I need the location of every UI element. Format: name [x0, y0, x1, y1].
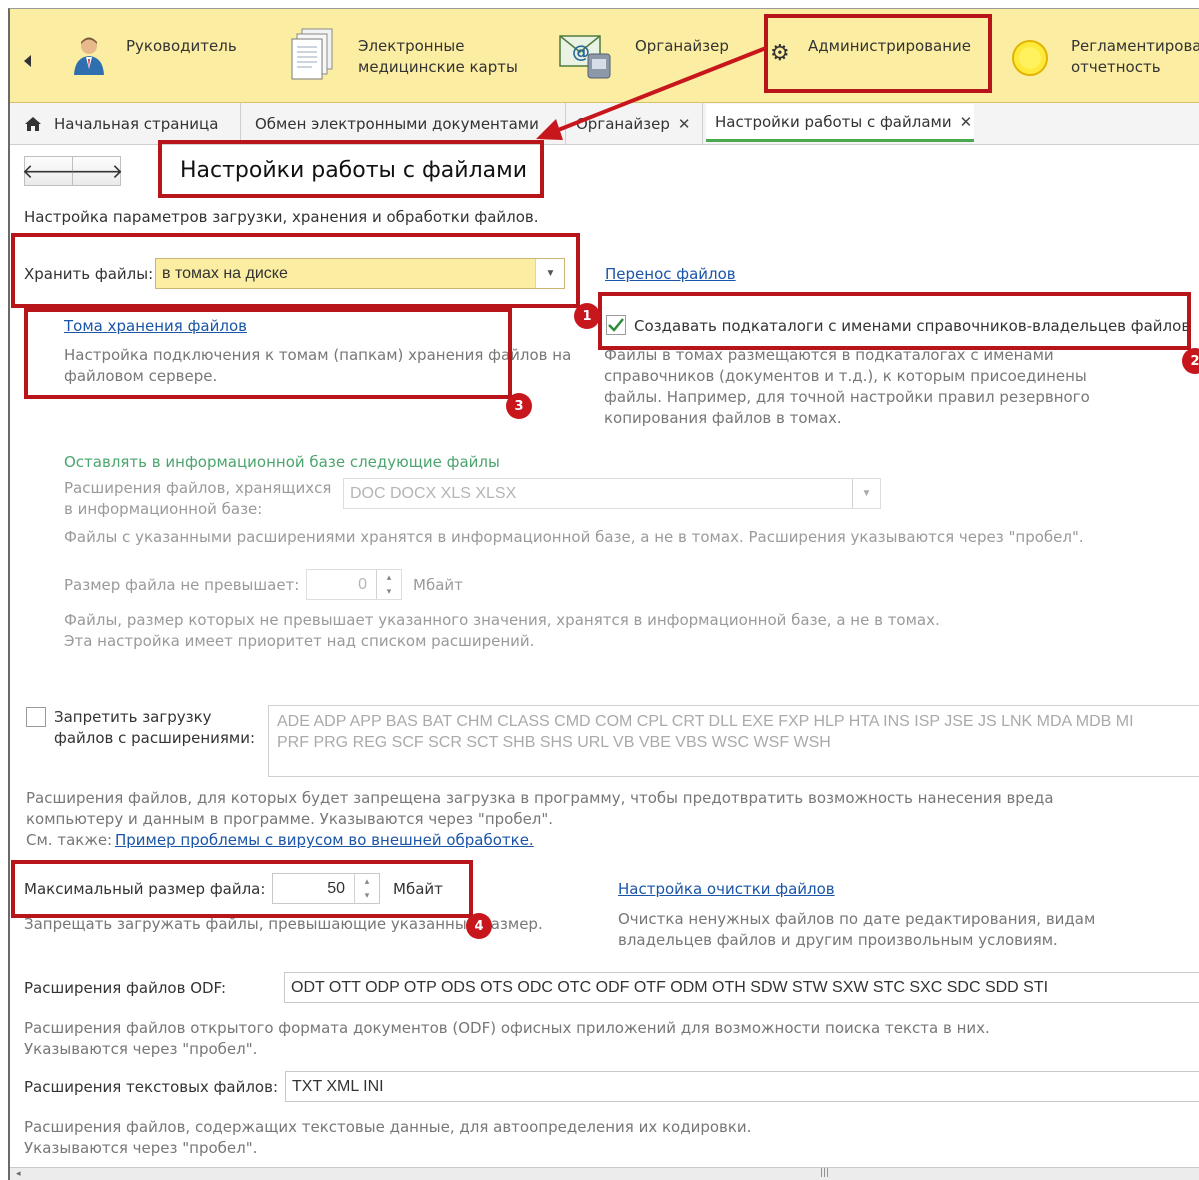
arrow-pointer-icon [536, 46, 767, 140]
annotation-badge-1: 1 [574, 303, 600, 329]
annotation-badge-4: 4 [466, 913, 492, 939]
annotation-badge-3: 3 [506, 393, 532, 419]
